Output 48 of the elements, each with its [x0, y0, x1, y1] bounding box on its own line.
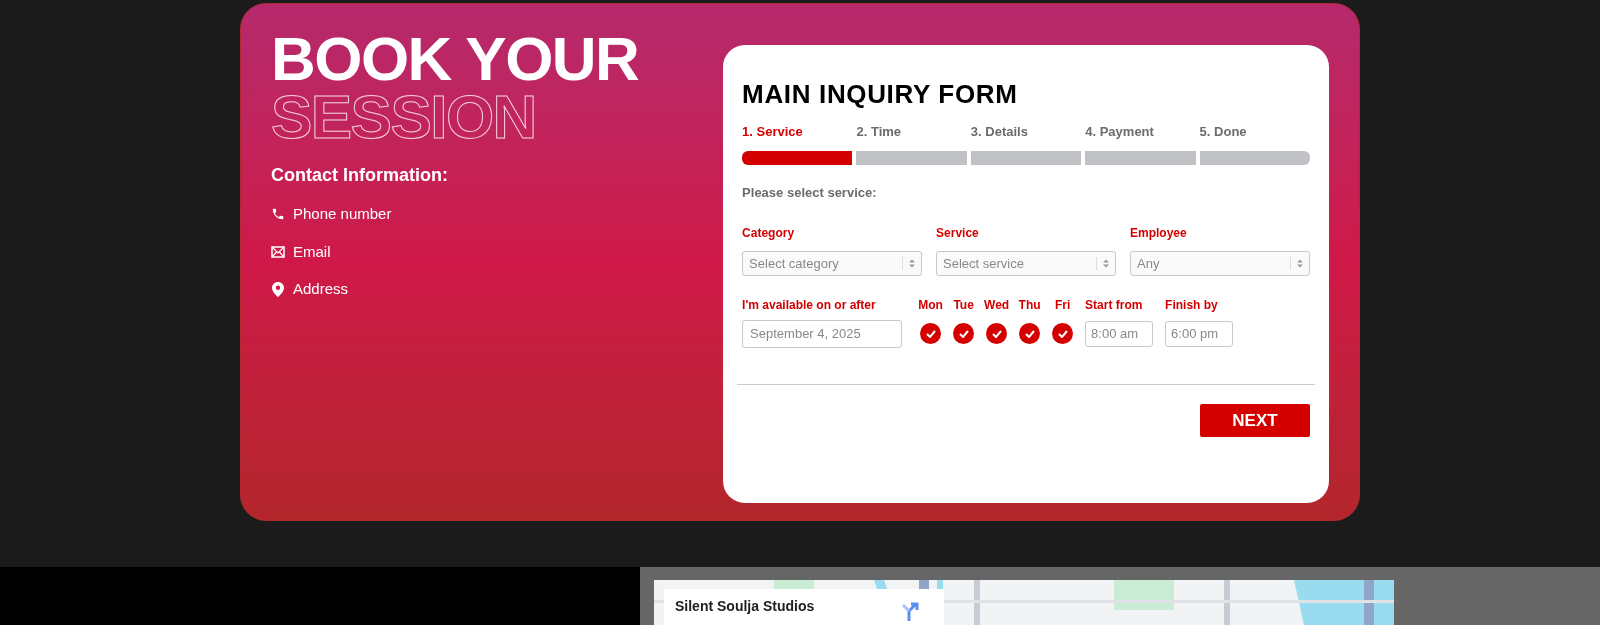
sort-arrows-icon [1103, 259, 1110, 268]
select-field[interactable]: Select category [742, 251, 923, 276]
select-field[interactable]: Select service [936, 251, 1117, 276]
prompt-text: Please select service: [742, 183, 878, 202]
time-field[interactable]: 8:00 am [1085, 321, 1154, 347]
directions-icon[interactable] [900, 601, 920, 621]
day-checkbox[interactable] [1052, 323, 1074, 344]
step-label[interactable]: 4. Payment [1085, 122, 1196, 142]
step-label[interactable]: 1. Service [742, 122, 853, 142]
day-label: Tue [953, 297, 974, 312]
day-label: Thu [1018, 297, 1041, 312]
step-label[interactable]: 5. Done [1199, 122, 1310, 142]
place-name: Silent Soulja Studios [675, 597, 815, 615]
title: SESSION [271, 88, 537, 146]
day-label: Wed [984, 297, 1010, 312]
step-label[interactable]: 3. Details [970, 122, 1082, 142]
day-checkbox[interactable] [1019, 323, 1041, 344]
day-label: Mon [918, 297, 943, 312]
field-label: I'm available on or after [742, 297, 877, 312]
day-checkbox[interactable] [920, 323, 942, 344]
email-icon [271, 245, 285, 258]
field-label: Category [742, 225, 796, 242]
contact-item: Address [293, 279, 349, 299]
date-field[interactable]: September 4, 2025 [742, 320, 903, 348]
sort-arrows-icon [1297, 259, 1303, 268]
select-field[interactable]: Any [1130, 251, 1310, 276]
time-field[interactable]: 6:00 pm [1165, 321, 1234, 347]
field-label: Finish by [1165, 297, 1219, 312]
location-pin-icon [272, 281, 284, 297]
contact-item: Phone number [293, 204, 392, 224]
next-button[interactable]: NEXT [1200, 404, 1310, 437]
field-label: Employee [1130, 225, 1188, 242]
checkmark-icon [1024, 329, 1035, 338]
checkmark-icon [958, 329, 969, 338]
contact-heading: Contact Information: [271, 164, 449, 187]
checkmark-icon [1057, 329, 1068, 338]
step-label[interactable]: 2. Time [856, 122, 967, 142]
sort-arrows-icon [909, 259, 916, 268]
day-checkbox[interactable] [953, 323, 975, 344]
checkmark-icon [991, 329, 1002, 338]
title: BOOK YOUR [271, 30, 640, 88]
day-checkbox[interactable] [986, 323, 1008, 344]
field-label: Service [936, 225, 980, 242]
form-title: MAIN INQUIRY FORM [742, 78, 1019, 111]
day-label: Fri [1054, 297, 1071, 312]
checkmark-icon [925, 329, 936, 338]
field-label: Start from [1085, 297, 1144, 312]
contact-item: Email [293, 241, 331, 262]
